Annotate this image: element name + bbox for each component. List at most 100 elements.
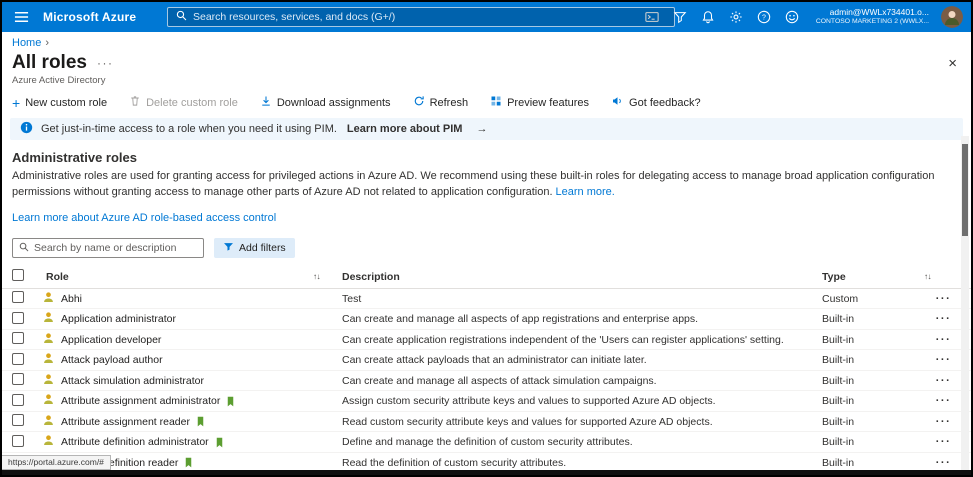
section-description: Administrative roles are used for granti… — [12, 169, 960, 201]
settings-gear-icon[interactable] — [728, 9, 744, 25]
table-row[interactable]: Abhi Test Custom ··· — [2, 289, 971, 310]
add-filters-button[interactable]: Add filters — [214, 237, 295, 258]
learn-more-link[interactable]: Learn more. — [556, 186, 615, 198]
row-checkbox[interactable] — [12, 291, 24, 304]
row-menu-button[interactable]: ··· — [924, 457, 963, 469]
table-row[interactable]: Attribute assignment reader Read custom s… — [2, 412, 971, 433]
row-menu-button[interactable]: ··· — [924, 395, 963, 407]
bookmark-icon — [184, 457, 193, 468]
row-menu-button[interactable]: ··· — [924, 334, 963, 346]
role-person-icon — [42, 332, 55, 348]
table-row[interactable]: Application administrator Can create and … — [2, 309, 971, 330]
admin-roles-section: Administrative roles Administrative role… — [2, 148, 971, 226]
title-row: All roles ··· × — [2, 49, 971, 74]
download-assignments-label: Download assignments — [276, 96, 391, 109]
scrollbar-thumb[interactable] — [962, 144, 968, 236]
trash-icon — [129, 95, 141, 110]
section-heading: Administrative roles — [12, 150, 137, 165]
topbar-actions: ? admin@WWLx734401.o... CONTOSO MARKETIN… — [644, 6, 963, 28]
row-checkbox[interactable] — [12, 332, 24, 345]
preview-features-label: Preview features — [507, 96, 590, 109]
row-menu-button[interactable]: ··· — [924, 354, 963, 366]
column-header-type[interactable]: Type — [822, 271, 924, 283]
bookmark-icon — [226, 396, 235, 407]
search-icon — [19, 239, 29, 257]
row-checkbox[interactable] — [12, 434, 24, 447]
avatar[interactable] — [941, 6, 963, 28]
megaphone-icon — [611, 95, 624, 110]
role-person-icon — [42, 352, 55, 368]
title-more-button[interactable]: ··· — [97, 56, 114, 70]
role-name-link[interactable]: Attribute assignment administrator — [61, 395, 220, 407]
row-checkbox[interactable] — [12, 393, 24, 406]
sort-icon[interactable]: ↑↓ — [313, 272, 321, 281]
table-row[interactable]: Attack payload author Can create attack p… — [2, 350, 971, 371]
download-assignments-button[interactable]: Download assignments — [260, 95, 391, 110]
role-name-link[interactable]: Application administrator — [61, 313, 176, 325]
role-name-link[interactable]: Attribute definition administrator — [61, 436, 209, 448]
notifications-bell-icon[interactable] — [700, 9, 716, 25]
feedback-smiley-icon[interactable] — [784, 9, 800, 25]
top-bar: Microsoft Azure ? — [2, 2, 971, 32]
refresh-button[interactable]: Refresh — [413, 95, 468, 110]
row-menu-button[interactable]: ··· — [924, 436, 963, 448]
sort-icon[interactable]: ↑↓ — [924, 272, 963, 281]
got-feedback-button[interactable]: Got feedback? — [611, 95, 701, 110]
table-row[interactable]: Attribute assignment administrator Assign… — [2, 391, 971, 412]
download-icon — [260, 95, 272, 110]
vertical-scrollbar[interactable] — [961, 136, 969, 470]
close-blade-button[interactable]: × — [948, 56, 957, 71]
breadcrumb-home-link[interactable]: Home — [12, 37, 41, 49]
new-custom-role-label: New custom role — [25, 96, 108, 109]
role-type: Built-in — [822, 333, 855, 346]
row-menu-button[interactable]: ··· — [924, 375, 963, 387]
global-search-input[interactable] — [193, 11, 666, 23]
row-menu-button[interactable]: ··· — [924, 293, 963, 305]
roles-search-input[interactable] — [34, 241, 197, 254]
row-checkbox[interactable] — [12, 311, 24, 324]
window-bottom-edge — [2, 470, 971, 475]
arrow-right-icon: → — [476, 123, 488, 135]
row-checkbox[interactable] — [12, 414, 24, 427]
table-header: Role ↑↓ Description Type ↑↓ — [2, 266, 971, 289]
select-all-checkbox[interactable] — [12, 269, 24, 282]
table-row[interactable]: Application developer Can create applicat… — [2, 330, 971, 351]
pim-learn-more-link[interactable]: Learn more about PIM — [347, 123, 463, 135]
column-header-role[interactable]: Role — [46, 271, 69, 283]
hamburger-menu-icon[interactable] — [10, 9, 33, 25]
column-header-description[interactable]: Description — [342, 271, 822, 283]
account-info[interactable]: admin@WWLx734401.o... CONTOSO MARKETING … — [816, 7, 929, 27]
role-name-link[interactable]: Application developer — [61, 334, 161, 346]
role-name-link[interactable]: Attribute assignment reader — [61, 416, 190, 428]
help-icon[interactable]: ? — [756, 9, 772, 25]
bookmark-icon — [196, 416, 205, 427]
row-menu-button[interactable]: ··· — [924, 416, 963, 428]
info-icon — [20, 121, 33, 137]
roles-rows: Abhi Test Custom ··· Application administrat… — [2, 289, 971, 475]
role-description: Test — [342, 292, 362, 305]
role-person-icon — [42, 311, 55, 327]
roles-search-box[interactable] — [12, 237, 204, 258]
rbac-learn-more-link[interactable]: Learn more about Azure AD role-based acc… — [12, 212, 276, 224]
row-checkbox[interactable] — [12, 373, 24, 386]
role-name-link[interactable]: Attack simulation administrator — [61, 375, 204, 387]
preview-features-icon — [490, 95, 502, 110]
breadcrumb: Home › — [2, 32, 971, 49]
role-description: Define and manage the definition of cust… — [342, 436, 633, 449]
brand-title[interactable]: Microsoft Azure — [43, 10, 136, 24]
table-row[interactable]: Attack simulation administrator Can creat… — [2, 371, 971, 392]
role-name-link[interactable]: Attack payload author — [61, 354, 163, 366]
preview-features-button[interactable]: Preview features — [490, 95, 589, 110]
new-custom-role-button[interactable]: + New custom role — [12, 96, 107, 110]
row-menu-button[interactable]: ··· — [924, 313, 963, 325]
role-person-icon — [42, 434, 55, 450]
role-name-link[interactable]: Abhi — [61, 293, 82, 305]
role-person-icon — [42, 414, 55, 430]
filter-icon — [223, 241, 234, 255]
role-type: Built-in — [822, 456, 855, 469]
add-filters-label: Add filters — [239, 241, 286, 254]
status-url-tooltip: https://portal.azure.com/# — [2, 455, 111, 470]
global-search[interactable] — [167, 7, 675, 27]
table-row[interactable]: Attribute definition administrator Define… — [2, 432, 971, 453]
row-checkbox[interactable] — [12, 352, 24, 365]
